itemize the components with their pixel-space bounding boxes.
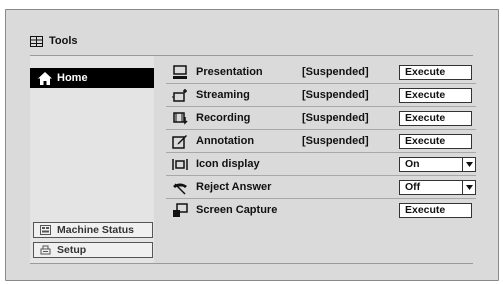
execute-button[interactable]: Execute <box>399 134 472 149</box>
row-divider <box>166 129 476 130</box>
page-title: Tools <box>49 35 78 47</box>
streaming-icon <box>172 88 188 103</box>
row-label: Presentation <box>196 66 263 78</box>
setup-button[interactable]: Setup <box>33 242 153 258</box>
grid-icon <box>30 35 43 47</box>
status-text: [Suspended] <box>302 135 369 147</box>
list-item-icon-display: Icon display On <box>166 154 476 176</box>
row-label: Streaming <box>196 89 250 101</box>
select-value: On <box>405 158 420 170</box>
machine-status-label: Machine Status <box>57 224 135 236</box>
sidebar: Home Machine Status Setup <box>30 56 154 263</box>
row-divider <box>166 106 476 107</box>
monitor-icon <box>172 65 188 80</box>
execute-button[interactable]: Execute <box>399 65 472 80</box>
recording-icon <box>172 111 188 126</box>
chevron-down-icon[interactable] <box>462 181 475 194</box>
reject-answer-select[interactable]: Off <box>399 180 476 195</box>
select-value: Off <box>405 181 421 193</box>
execute-button[interactable]: Execute <box>399 203 472 218</box>
machine-status-button[interactable]: Machine Status <box>33 222 153 238</box>
icon-display-icon <box>172 157 188 172</box>
list-item-screen-capture: Screen Capture Execute <box>166 200 476 222</box>
row-label: Recording <box>196 112 251 124</box>
status-text: [Suspended] <box>302 89 369 101</box>
list-item-presentation: Presentation [Suspended] Execute <box>166 62 476 84</box>
status-text: [Suspended] <box>302 66 369 78</box>
list-item-annotation: Annotation [Suspended] Execute <box>166 131 476 153</box>
row-divider <box>166 152 476 153</box>
execute-button[interactable]: Execute <box>399 88 472 103</box>
window-header: Tools <box>30 32 78 50</box>
row-divider <box>166 83 476 84</box>
status-text: [Suspended] <box>302 112 369 124</box>
icon-display-select[interactable]: On <box>399 157 476 172</box>
list-item-reject-answer: Reject Answer Off <box>166 177 476 199</box>
chevron-down-icon[interactable] <box>462 158 475 171</box>
annotation-icon <box>172 134 188 149</box>
row-label: Annotation <box>196 135 255 147</box>
footer-divider <box>30 263 473 264</box>
screen-capture-icon <box>172 203 188 218</box>
sidebar-item-home[interactable]: Home <box>30 68 154 88</box>
home-icon <box>38 71 52 85</box>
sidebar-item-label: Home <box>57 72 88 84</box>
row-label: Reject Answer <box>196 181 272 193</box>
reject-answer-icon <box>172 180 188 195</box>
row-label: Icon display <box>196 158 260 170</box>
machine-status-icon <box>40 225 51 235</box>
execute-button[interactable]: Execute <box>399 111 472 126</box>
setup-icon <box>40 245 51 255</box>
row-divider <box>166 175 476 176</box>
list-item-recording: Recording [Suspended] Execute <box>166 108 476 130</box>
setup-label: Setup <box>57 244 87 256</box>
list-item-streaming: Streaming [Suspended] Execute <box>166 85 476 107</box>
row-divider <box>166 198 476 199</box>
row-label: Screen Capture <box>196 204 278 216</box>
